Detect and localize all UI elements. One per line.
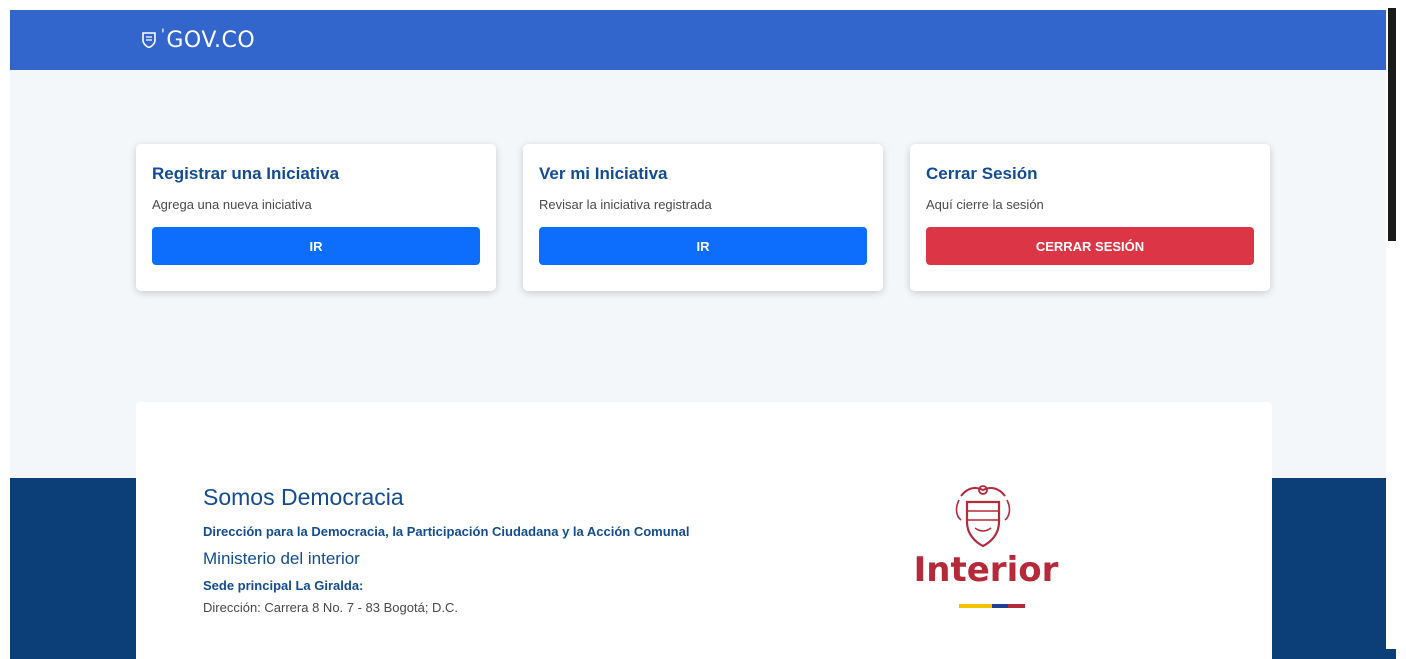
address-text: Dirección: Carrera 8 No. 7 - 83 Bogotá; …	[203, 600, 459, 615]
card-registrar-iniciativa: Registrar una Iniciativa Agrega una nuev…	[136, 144, 496, 291]
gov-co-logo[interactable]: ' GOV.CO	[142, 24, 255, 56]
logo-apostrophe: '	[161, 27, 166, 43]
card-title: Registrar una Iniciativa	[152, 164, 340, 183]
ministerio-interior-logo: Interior	[896, 482, 1076, 632]
cerrar-sesion-button[interactable]: CERRAR SESIÓN	[926, 227, 1254, 265]
card-cerrar-sesion: Cerrar Sesión Aquí cierre la sesión CERR…	[910, 144, 1270, 291]
flag-yellow	[959, 604, 992, 608]
ministry-name: Ministerio del interior	[203, 549, 360, 568]
department-name: Dirección para la Democracia, la Partici…	[203, 524, 690, 539]
gov-co-logo-text: GOV.CO	[166, 27, 256, 53]
headquarters-label: Sede principal La Giralda:	[203, 578, 364, 593]
coat-of-arms-icon	[955, 485, 1011, 548]
colombia-flag-stripe	[959, 604, 1025, 608]
card-description: Revisar la iniciativa registrada	[539, 197, 712, 212]
shield-icon	[142, 32, 156, 48]
organization-title: Somos Democracia	[203, 484, 404, 510]
footer-info-panel: Somos Democracia Dirección para la Democ…	[136, 402, 1272, 659]
scrollbar-thumb[interactable]	[1388, 8, 1396, 241]
flag-blue	[992, 604, 1008, 608]
card-description: Aquí cierre la sesión	[926, 197, 1044, 212]
ver-iniciativa-button[interactable]: IR	[539, 227, 867, 265]
card-title: Ver mi Iniciativa	[539, 164, 668, 183]
organization-info: Somos Democracia Dirección para la Democ…	[203, 482, 803, 617]
card-ver-iniciativa: Ver mi Iniciativa Revisar la iniciativa …	[523, 144, 883, 291]
registrar-iniciativa-button[interactable]: IR	[152, 227, 480, 265]
gov-header: ' GOV.CO	[10, 10, 1396, 70]
card-title: Cerrar Sesión	[926, 164, 1038, 183]
interior-wordmark: Interior	[913, 550, 1059, 590]
flag-red	[1008, 604, 1025, 608]
card-description: Agrega una nueva iniciativa	[152, 197, 312, 212]
page-viewport: ' GOV.CO Registrar una Iniciativa Agrega…	[10, 10, 1396, 659]
